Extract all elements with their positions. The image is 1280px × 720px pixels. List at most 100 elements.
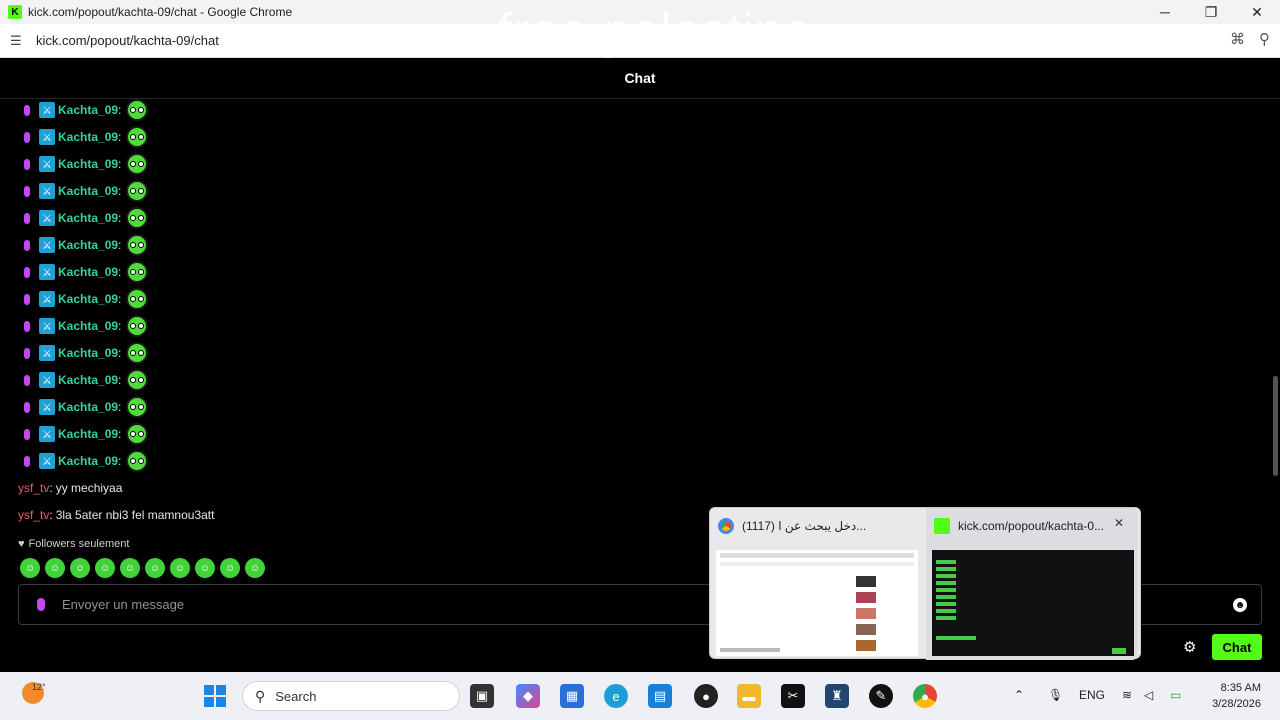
chat-colon: : [118,373,122,387]
emote-button[interactable]: ☺ [170,558,190,578]
translate-icon[interactable]: ⌘ [1230,30,1245,48]
chat-username[interactable]: Kachta_09 [58,130,118,144]
chat-colon: : [118,319,122,333]
volume-icon[interactable]: ◁ [1144,688,1153,702]
chat-username[interactable]: Kachta_09 [58,346,118,360]
close-button[interactable]: ✕ [1234,0,1280,24]
chrome-taskbar-icon[interactable]: ● [913,684,937,708]
mic-badge-icon [20,102,34,118]
chat-username[interactable]: Kachta_09 [58,157,118,171]
notes-app-icon[interactable]: ▤ [648,684,672,708]
wifi-icon[interactable]: ≋ [1122,688,1132,702]
emote-button[interactable]: ☺ [195,558,215,578]
emote-icon [126,234,149,256]
emote-button[interactable]: ☺ [95,558,115,578]
emote-button[interactable]: ☺ [45,558,65,578]
kick-icon [934,518,950,534]
search-icon: ⚲ [255,687,266,704]
chat-username[interactable]: Kachta_09 [58,103,118,117]
moderator-badge-icon: ⚔ [39,399,55,415]
chat-username[interactable]: Kachta_09 [58,454,118,468]
url-text[interactable]: kick.com/popout/kachta-09/chat [36,33,219,48]
microphone-tray-icon[interactable]: 🎙 [1048,688,1063,702]
minimize-button[interactable]: ─ [1142,0,1188,24]
kick-favicon-icon: K [8,5,22,19]
taskbar-search[interactable]: ⚲ Search [242,681,460,711]
chat-username[interactable]: Kachta_09 [58,373,118,387]
moderator-badge-icon: ⚔ [39,210,55,226]
chat-username[interactable]: Kachta_09 [58,292,118,306]
chat-username[interactable]: ysf_tv [18,508,49,522]
chat-username[interactable]: Kachta_09 [58,427,118,441]
microsoft-store-icon[interactable]: ▦ [560,684,584,708]
chat-username[interactable]: Kachta_09 [58,238,118,252]
chat-message: ⚔ Kachta_09: [18,369,149,391]
emote-button[interactable]: ☺ [20,558,40,578]
moderator-badge-icon: ⚔ [39,156,55,172]
chrome-icon [718,518,734,534]
chat-settings-gear-icon[interactable]: ⚙ [1183,638,1196,656]
chat-message-text: 3la 5ater nbi3 fel mamnou3att [55,508,215,522]
chat-message: ysf_tv: yy mechiyaa [18,477,122,499]
chat-username[interactable]: Kachta_09 [58,211,118,225]
preview-tab-youtube[interactable]: (1117) دخل يبحث عن ا... [710,508,922,660]
chat-colon: : [118,103,122,117]
quick-emote-bar: ☺ ☺ ☺ ☺ ☺ ☺ ☺ ☺ ☺ ☺ [20,558,265,578]
emote-button[interactable]: ☺ [70,558,90,578]
chat-username[interactable]: ysf_tv [18,481,49,495]
moderator-badge-icon: ⚔ [39,318,55,334]
heart-icon: ♥ [18,538,25,550]
copilot-icon[interactable]: ◆ [516,684,540,708]
emote-button[interactable]: ☺ [145,558,165,578]
battery-icon[interactable]: ▭ [1170,688,1181,702]
start-button[interactable] [204,685,226,707]
emote-button[interactable]: ☺ [220,558,240,578]
pen-app-icon[interactable]: ✎ [869,684,893,708]
preview-tab-kick[interactable]: kick.com/popout/kachta-0... ✕ [926,508,1138,660]
site-info-icon[interactable]: ☰ [10,33,26,49]
chat-colon: : [118,454,122,468]
moderator-badge-icon: ⚔ [39,102,55,118]
message-placeholder: Envoyer un message [62,597,185,612]
language-indicator[interactable]: ENG [1079,688,1105,702]
chat-colon: : [118,265,122,279]
zoom-icon[interactable]: ⚲ [1259,30,1270,48]
preview-close-icon[interactable]: ✕ [1114,516,1130,532]
chat-message: ⚔ Kachta_09: [18,153,149,175]
chat-message: ⚔ Kachta_09: [18,423,149,445]
tray-overflow-icon[interactable]: ⌃ [1014,688,1024,702]
edge-icon[interactable]: e [604,684,628,708]
moderator-badge-icon: ⚔ [39,426,55,442]
chat-username[interactable]: Kachta_09 [58,265,118,279]
chat-username[interactable]: Kachta_09 [58,400,118,414]
maximize-button[interactable]: ❐ [1188,0,1234,24]
clock-date: 3/28/2026 [1212,698,1261,710]
chat-scrollbar[interactable] [1273,376,1278,476]
emote-button[interactable]: ☺ [120,558,140,578]
send-chat-button[interactable]: Chat [1212,634,1262,660]
mic-badge-icon [20,399,34,415]
chat-colon: : [49,481,53,495]
preview-thumbnail [716,550,918,656]
mic-badge-icon [20,372,34,388]
chat-message: ⚔ Kachta_09: [18,396,149,418]
emoji-picker-icon[interactable]: ☻ [1233,598,1247,612]
chat-message: ⚔ Kachta_09: [18,315,149,337]
chat-colon: : [118,346,122,360]
chat-colon: : [118,292,122,306]
chat-username[interactable]: Kachta_09 [58,319,118,333]
task-view-icon[interactable]: ▣ [470,684,494,708]
chat-message: ⚔ Kachta_09: [18,207,149,229]
game-app-icon[interactable]: ♜ [825,684,849,708]
chat-username[interactable]: Kachta_09 [58,184,118,198]
watermark-overlay: free palestine [498,3,813,59]
emote-icon [126,423,149,445]
capcut-icon[interactable]: ✂ [781,684,805,708]
chat-header: Chat [0,58,1280,99]
taskbar-clock[interactable]: 8:35 AM 3/28/2026 [1203,680,1261,712]
obs-icon[interactable]: ● [694,684,718,708]
file-explorer-icon[interactable]: ▬ [737,684,761,708]
chat-message: ⚔ Kachta_09: [18,180,149,202]
emote-icon [126,99,149,121]
emote-button[interactable]: ☺ [245,558,265,578]
